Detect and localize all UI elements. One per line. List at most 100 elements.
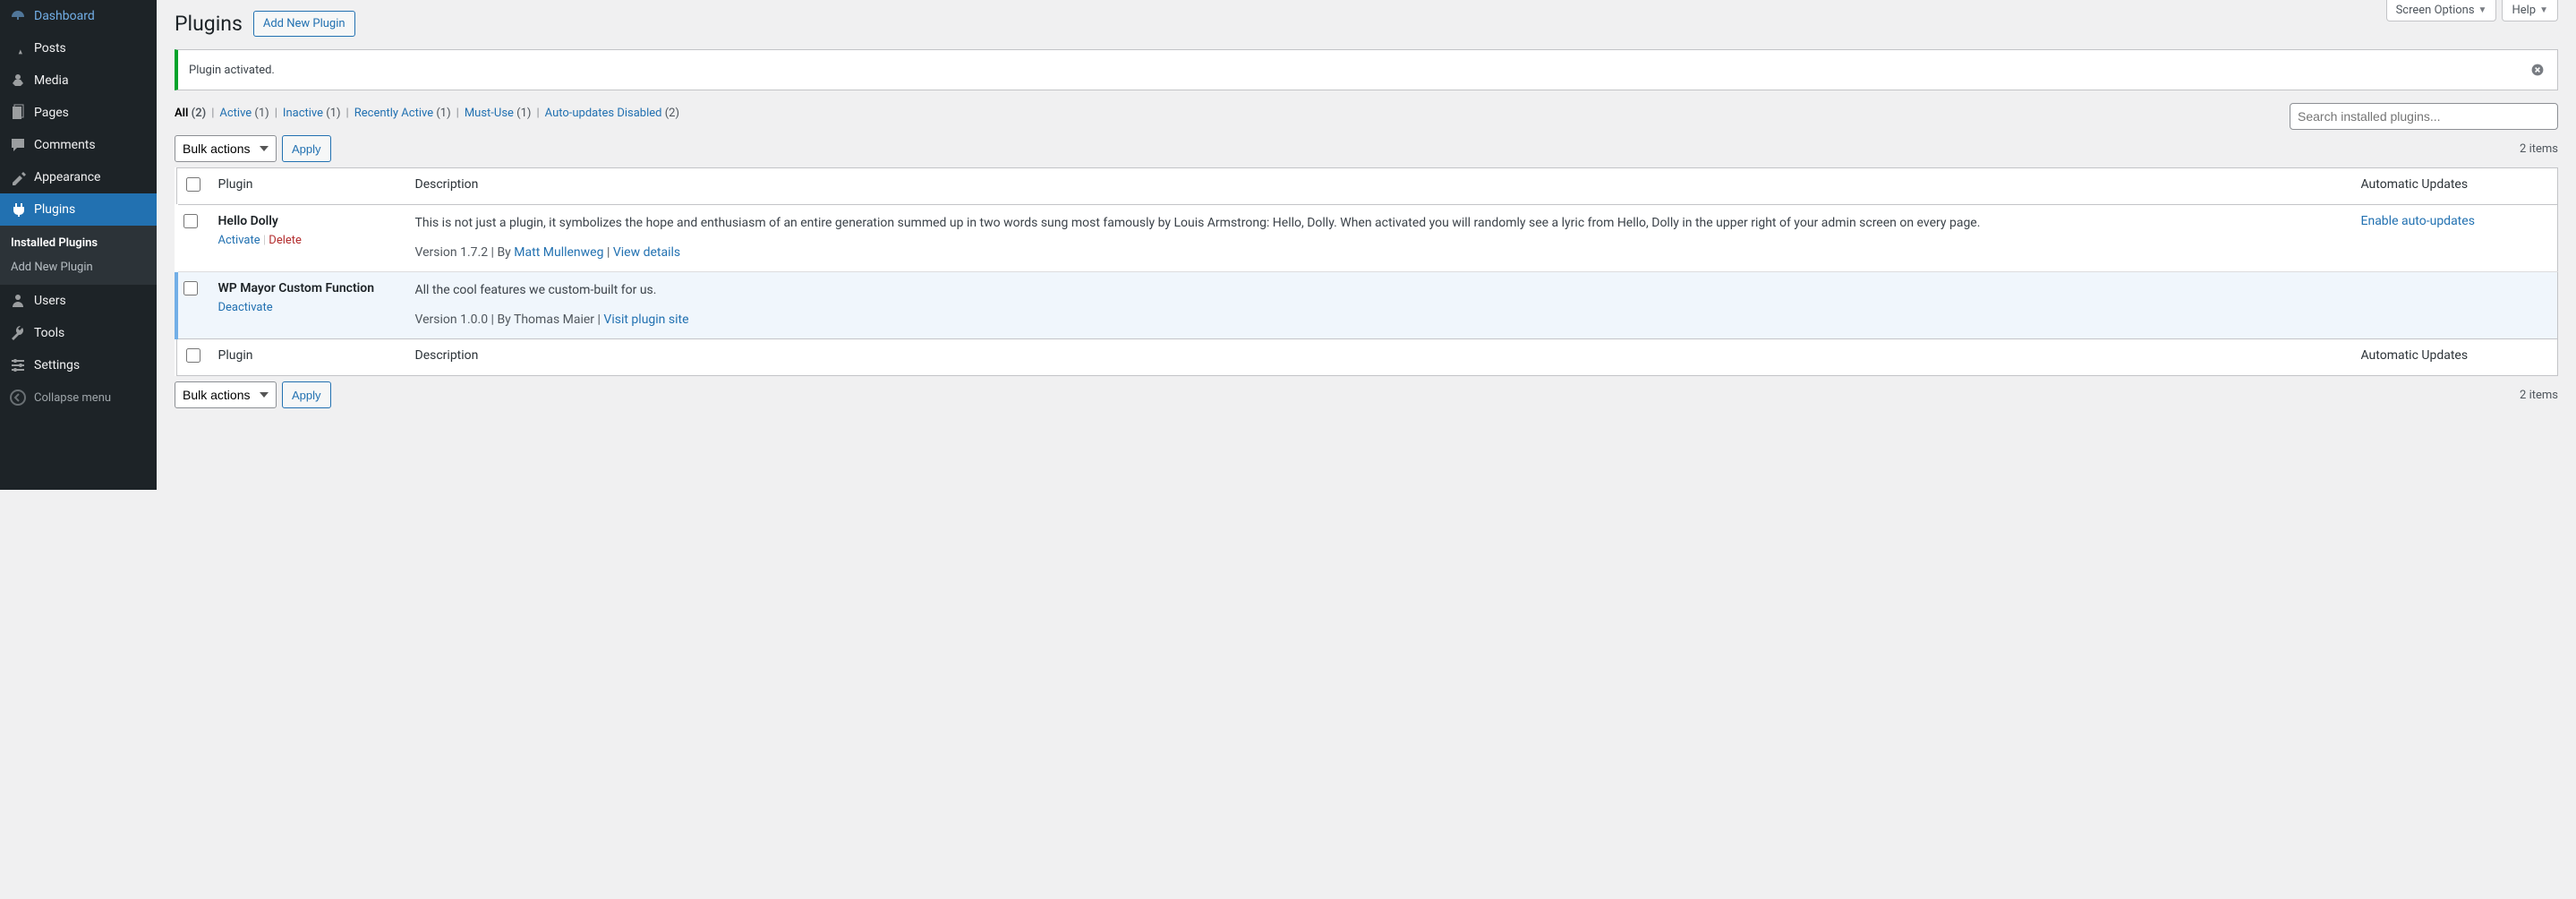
menu-item-appearance[interactable]: Appearance bbox=[0, 161, 157, 193]
filter-count: (1) bbox=[254, 107, 269, 120]
plugin-name: WP Mayor Custom Function bbox=[218, 281, 397, 295]
plugin-meta: Version 1.7.2 | By Matt Mullenweg | View… bbox=[415, 244, 2343, 262]
filter-link[interactable]: Recently Active (1) bbox=[354, 107, 451, 120]
menu-label: Users bbox=[34, 294, 66, 308]
select-all-checkbox[interactable] bbox=[186, 177, 200, 192]
column-plugin: Plugin bbox=[209, 168, 406, 205]
filter-count: (2) bbox=[665, 107, 679, 120]
items-count: 2 items bbox=[2520, 142, 2558, 156]
plugin-meta: Version 1.0.0 | By Thomas Maier | Visit … bbox=[415, 311, 2343, 330]
menu-label: Comments bbox=[34, 138, 96, 152]
notice-success: Plugin activated. bbox=[175, 49, 2558, 90]
chevron-down-icon: ▼ bbox=[2478, 5, 2487, 15]
separator: | bbox=[536, 107, 539, 120]
row-action[interactable]: Delete bbox=[269, 234, 302, 247]
plugin-description: All the cool features we custom-built fo… bbox=[415, 281, 2343, 300]
column-auto-updates: Automatic Updates bbox=[2352, 168, 2558, 205]
row-actions: Deactivate bbox=[218, 301, 397, 314]
admin-sidebar: Dashboard Posts Media Pages Comments Appearan… bbox=[0, 0, 157, 490]
filter-link[interactable]: Inactive (1) bbox=[283, 107, 341, 120]
user-icon bbox=[9, 292, 27, 310]
filter-count: (1) bbox=[436, 107, 450, 120]
settings-icon bbox=[9, 356, 27, 374]
screen-options-label: Screen Options bbox=[2396, 4, 2475, 17]
menu-item-dashboard[interactable]: Dashboard bbox=[0, 0, 157, 32]
column-description: Description bbox=[406, 168, 2352, 205]
row-checkbox[interactable] bbox=[183, 214, 198, 228]
menu-item-users[interactable]: Users bbox=[0, 285, 157, 317]
collapse-menu[interactable]: Collapse menu bbox=[0, 381, 157, 414]
separator: | bbox=[263, 234, 266, 247]
menu-item-media[interactable]: Media bbox=[0, 64, 157, 97]
separator: | bbox=[211, 107, 214, 120]
collapse-label: Collapse menu bbox=[34, 391, 111, 405]
row-checkbox[interactable] bbox=[183, 281, 198, 295]
column-auto-updates: Automatic Updates bbox=[2352, 339, 2558, 376]
filter-link[interactable]: Active (1) bbox=[219, 107, 269, 120]
notice-text: Plugin activated. bbox=[189, 64, 275, 77]
plugins-table: Plugin Description Automatic Updates Hel… bbox=[175, 167, 2558, 376]
menu-label: Tools bbox=[34, 326, 64, 340]
plugins-submenu: Installed PluginsAdd New Plugin bbox=[0, 226, 157, 285]
items-count: 2 items bbox=[2520, 389, 2558, 402]
page-icon bbox=[9, 104, 27, 122]
menu-item-plugins[interactable]: Plugins bbox=[0, 193, 157, 226]
separator: | bbox=[275, 107, 277, 120]
pin-icon bbox=[9, 39, 27, 57]
menu-label: Posts bbox=[34, 41, 66, 56]
enable-auto-updates-link[interactable]: Enable auto-updates bbox=[2361, 214, 2475, 228]
table-row: Hello Dolly Activate | Delete This is not … bbox=[176, 205, 2558, 272]
menu-item-comments[interactable]: Comments bbox=[0, 129, 157, 161]
menu-item-pages[interactable]: Pages bbox=[0, 97, 157, 129]
chevron-down-icon: ▼ bbox=[2539, 5, 2548, 15]
author-link[interactable]: Matt Mullenweg bbox=[514, 245, 603, 260]
menu-item-tools[interactable]: Tools bbox=[0, 317, 157, 349]
separator: | bbox=[456, 107, 459, 120]
apply-button[interactable]: Apply bbox=[282, 381, 331, 408]
table-row: WP Mayor Custom Function Deactivate All th… bbox=[176, 272, 2558, 339]
filter-count: (1) bbox=[326, 107, 340, 120]
menu-label: Settings bbox=[34, 358, 80, 372]
page-title: Plugins bbox=[175, 12, 243, 36]
menu-label: Pages bbox=[34, 106, 69, 120]
filter-link[interactable]: All (2) bbox=[175, 107, 206, 120]
help-button[interactable]: Help ▼ bbox=[2502, 0, 2558, 21]
menu-label: Media bbox=[34, 73, 69, 88]
menu-item-posts[interactable]: Posts bbox=[0, 32, 157, 64]
meta-link[interactable]: View details bbox=[613, 245, 680, 260]
dismiss-icon[interactable] bbox=[2529, 61, 2546, 79]
filter-link[interactable]: Auto-updates Disabled (2) bbox=[545, 107, 679, 120]
add-new-plugin-button[interactable]: Add New Plugin bbox=[253, 11, 355, 37]
menu-item-settings[interactable]: Settings bbox=[0, 349, 157, 381]
meta-link[interactable]: Visit plugin site bbox=[603, 313, 688, 327]
plugin-description: This is not just a plugin, it symbolizes… bbox=[415, 214, 2343, 233]
screen-options-button[interactable]: Screen Options ▼ bbox=[2386, 0, 2497, 21]
row-action[interactable]: Deactivate bbox=[218, 301, 273, 314]
separator: | bbox=[346, 107, 349, 120]
search-input[interactable] bbox=[2290, 103, 2558, 130]
collapse-icon bbox=[9, 389, 27, 407]
row-action[interactable]: Activate bbox=[218, 234, 260, 247]
filter-count: (1) bbox=[516, 107, 531, 120]
submenu-item[interactable]: Add New Plugin bbox=[0, 255, 157, 279]
appearance-icon bbox=[9, 168, 27, 186]
media-icon bbox=[9, 72, 27, 90]
menu-label: Appearance bbox=[34, 170, 100, 184]
filter-count: (2) bbox=[192, 107, 207, 120]
plugin-filters: All (2) | Active (1) | Inactive (1) | Re… bbox=[175, 103, 679, 127]
row-actions: Activate | Delete bbox=[218, 234, 397, 247]
help-label: Help bbox=[2512, 4, 2536, 17]
plugin-name: Hello Dolly bbox=[218, 214, 397, 228]
plugin-icon bbox=[9, 201, 27, 218]
dashboard-icon bbox=[9, 7, 27, 25]
filter-link[interactable]: Must-Use (1) bbox=[465, 107, 532, 120]
bulk-actions-select[interactable]: Bulk actions bbox=[175, 381, 277, 408]
column-description: Description bbox=[406, 339, 2352, 376]
select-all-checkbox[interactable] bbox=[186, 348, 200, 363]
bulk-actions-select[interactable]: Bulk actions bbox=[175, 135, 277, 162]
tool-icon bbox=[9, 324, 27, 342]
column-plugin: Plugin bbox=[209, 339, 406, 376]
apply-button[interactable]: Apply bbox=[282, 135, 331, 162]
submenu-item[interactable]: Installed Plugins bbox=[0, 231, 157, 255]
main-content: Screen Options ▼ Help ▼ Plugins Add New … bbox=[157, 0, 2576, 490]
